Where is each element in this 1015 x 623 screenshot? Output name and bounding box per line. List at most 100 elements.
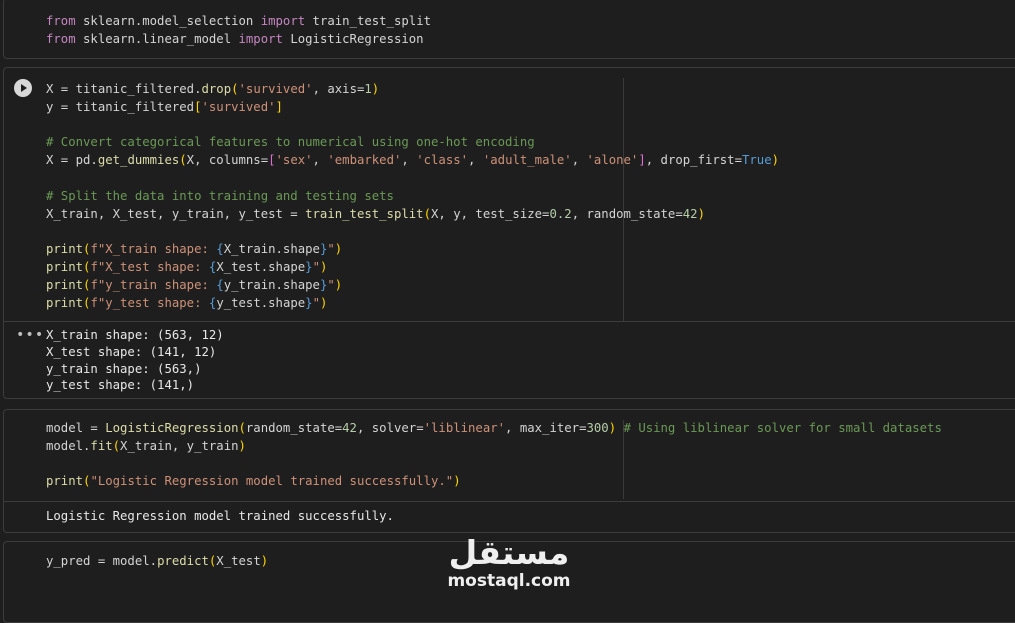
code-token: train_test_split (305, 14, 431, 28)
output-divider (4, 501, 1015, 502)
code-token: ( (238, 421, 246, 435)
code-token: " (327, 242, 335, 256)
code-token: X, y, test_size= (431, 207, 550, 221)
code-token: " (327, 278, 335, 292)
code-line: print(f"y_test shape: {y_test.shape}") (46, 294, 327, 312)
code-token: random_state= (245, 421, 343, 435)
code-token: print (46, 474, 84, 488)
code-token: X = pd. (46, 153, 98, 167)
code-token: train_test_split (305, 207, 424, 221)
code-token: ( (179, 153, 187, 167)
code-token: "Logistic Regression model trained succe… (90, 474, 454, 488)
code-token: } (305, 260, 313, 274)
code-line: y_pred = model.predict(X_test) (46, 552, 268, 570)
code-token: import (260, 14, 306, 28)
code-token: ) (319, 296, 328, 310)
code-token: " (312, 260, 320, 274)
run-cell-button[interactable] (14, 79, 32, 97)
code-line: print("Logistic Regression model trained… (46, 472, 461, 490)
code-token: drop (201, 82, 232, 96)
code-token: ] (638, 153, 646, 167)
code-token: " (312, 296, 320, 310)
code-token: , drop_first= (645, 153, 742, 167)
code-token: ) (260, 554, 269, 568)
code-line: model = LogisticRegression(random_state=… (46, 419, 942, 437)
output-line: Logistic Regression model trained succes… (46, 509, 394, 523)
code-token: ) (238, 439, 246, 453)
code-line: y = titanic_filtered['survived'] (46, 98, 283, 116)
code-line: X = pd.get_dummies(X, columns=['sex', 'e… (46, 151, 779, 169)
code-line: print(f"y_train shape: {y_train.shape}") (46, 276, 342, 294)
code-token: X_test (216, 554, 261, 568)
code-token: , axis= (312, 82, 365, 96)
code-token: print (46, 278, 84, 292)
code-token: # Using liblinear solver for small datas… (616, 421, 942, 435)
code-token: [ (268, 153, 276, 167)
code-cell-split[interactable]: X = titanic_filtered.drop('survived', ax… (3, 67, 1015, 399)
code-token: , (312, 153, 328, 167)
code-cell-imports[interactable]: from sklearn.model_selection import trai… (3, 0, 1015, 59)
code-token: 42 (342, 421, 357, 435)
code-token: , solver= (356, 421, 424, 435)
code-token: , (571, 153, 587, 167)
code-token: ( (112, 439, 121, 453)
code-token: True (742, 153, 772, 167)
code-line: from sklearn.linear_model import Logisti… (46, 30, 424, 48)
code-token: ) (771, 153, 780, 167)
code-token: ) (371, 82, 380, 96)
code-token: { (216, 278, 224, 292)
code-token: 'alone' (586, 153, 639, 167)
code-line: print(f"X_train shape: {X_train.shape}") (46, 240, 342, 258)
code-token: y_pred = model. (46, 554, 158, 568)
code-cell-model[interactable]: model = LogisticRegression(random_state=… (3, 409, 1015, 533)
code-token: , (468, 153, 483, 167)
output-line: X_train shape: (563, 12) (46, 328, 224, 342)
code-token: predict (157, 554, 209, 568)
code-token: X_test.shape (216, 260, 306, 274)
code-token: 'embarked' (327, 153, 402, 167)
code-token: model. (46, 439, 91, 453)
code-token: ) (334, 242, 343, 256)
code-token: y_test.shape (216, 296, 306, 310)
code-token: fit (90, 439, 113, 453)
code-line: X = titanic_filtered.drop('survived', ax… (46, 80, 379, 98)
code-token: get_dummies (97, 153, 180, 167)
code-token: , (401, 153, 417, 167)
code-comment: # Convert categorical features to numeri… (46, 135, 535, 149)
mostaql-watermark: مستقل mostaql.com (444, 533, 574, 592)
code-token: ( (423, 207, 431, 221)
watermark-logo: مستقل (448, 533, 570, 572)
code-token: , random_state= (571, 207, 683, 221)
code-token: 1 (364, 82, 372, 96)
code-token: f"y_train shape: (90, 278, 217, 292)
code-token: from (46, 32, 76, 46)
code-token: 300 (586, 421, 609, 435)
code-token: , max_iter= (505, 421, 587, 435)
code-line: X_train, X_test, y_train, y_test = train… (46, 205, 705, 223)
code-token: 'survived' (238, 82, 313, 96)
code-token: import (238, 32, 283, 46)
code-token: sklearn.linear_model (75, 32, 239, 46)
watermark-domain: mostaql.com (447, 571, 571, 591)
output-divider (4, 321, 1015, 322)
more-horizontal-icon[interactable]: ••• (16, 326, 44, 344)
code-token: ) (453, 474, 461, 488)
code-token: print (46, 296, 84, 310)
code-token: X, columns= (186, 153, 269, 167)
code-token: print (46, 242, 84, 256)
code-token: LogisticRegression (282, 32, 424, 46)
code-token: sklearn.model_selection (75, 14, 261, 28)
code-token: 'sex' (275, 153, 313, 167)
code-line: from sklearn.model_selection import trai… (46, 12, 431, 30)
code-token: } (305, 296, 313, 310)
code-token: X_train, X_test, y_train, y_test = (46, 207, 306, 221)
code-token: ) (319, 260, 328, 274)
code-token: y_train.shape (223, 278, 320, 292)
code-token: 'adult_male' (482, 153, 572, 167)
code-token: ) (608, 421, 617, 435)
code-line: model.fit(X_train, y_train) (46, 437, 246, 455)
code-token: 'liblinear' (423, 421, 506, 435)
line-length-ruler (623, 78, 624, 321)
code-comment: # Split the data into training and testi… (46, 189, 394, 203)
code-token: LogisticRegression (105, 421, 239, 435)
